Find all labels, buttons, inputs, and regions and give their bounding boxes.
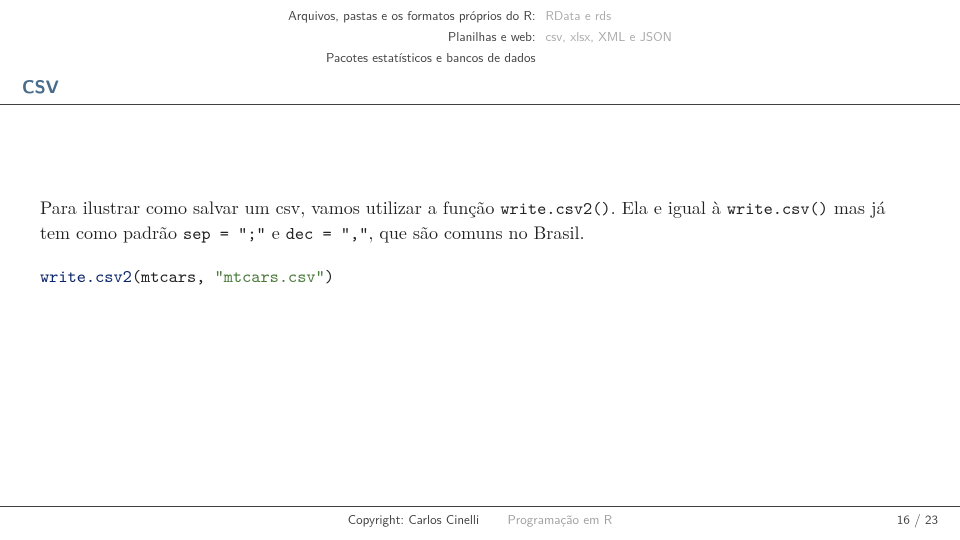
body-text-4: e: [266, 220, 286, 245]
body-paragraph: Para ilustrar como salvar um csv, vamos …: [40, 196, 920, 245]
nav-row-2-left[interactable]: Pacotes estatísticos e bancos de dados: [288, 48, 535, 67]
footer: Copyright: Carlos Cinelli Programação em…: [0, 510, 960, 532]
code-args-open: (mtcars,: [132, 264, 215, 288]
code-block: write.csv2(mtcars, "mtcars.csv"): [40, 265, 920, 289]
body-content: Para ilustrar como salvar um csv, vamos …: [40, 196, 920, 289]
section-rule: [0, 104, 960, 105]
section-header: CSV: [0, 74, 960, 105]
code-string: "mtcars.csv": [215, 264, 325, 288]
footer-copyright: Copyright: Carlos Cinelli: [348, 510, 479, 529]
section-title: CSV: [0, 74, 960, 102]
nav-row-0-right[interactable]: RData e rds: [546, 6, 672, 25]
inline-code-fn2: write.csv(): [727, 196, 828, 220]
inline-code-opt2: dec = ",": [286, 221, 369, 245]
code-func: write.csv2: [40, 264, 132, 288]
nav-row-0-left[interactable]: Arquivos, pastas e os formatos próprios …: [288, 6, 535, 25]
body-text-2: . Ela e igual à: [611, 195, 727, 220]
body-text-1: Para ilustrar como salvar um csv, vamos …: [40, 195, 500, 220]
inline-code-opt1: sep = ";": [183, 221, 266, 245]
nav-sections: Arquivos, pastas e os formatos próprios …: [0, 6, 960, 67]
footer-title: Programação em R: [508, 510, 613, 529]
nav-row-1-left[interactable]: Planilhas e web:: [288, 27, 535, 46]
inline-code-fn1: write.csv2(): [500, 196, 610, 220]
nav-row-2-right[interactable]: [546, 48, 672, 67]
footer-rule: [0, 506, 960, 507]
body-text-5: , que são comuns no Brasil.: [368, 220, 584, 245]
footer-page-number: 16 / 23: [897, 510, 938, 529]
code-args-close: ): [325, 264, 334, 288]
nav-row-1-right[interactable]: csv, xlsx, XML e JSON: [546, 27, 672, 46]
